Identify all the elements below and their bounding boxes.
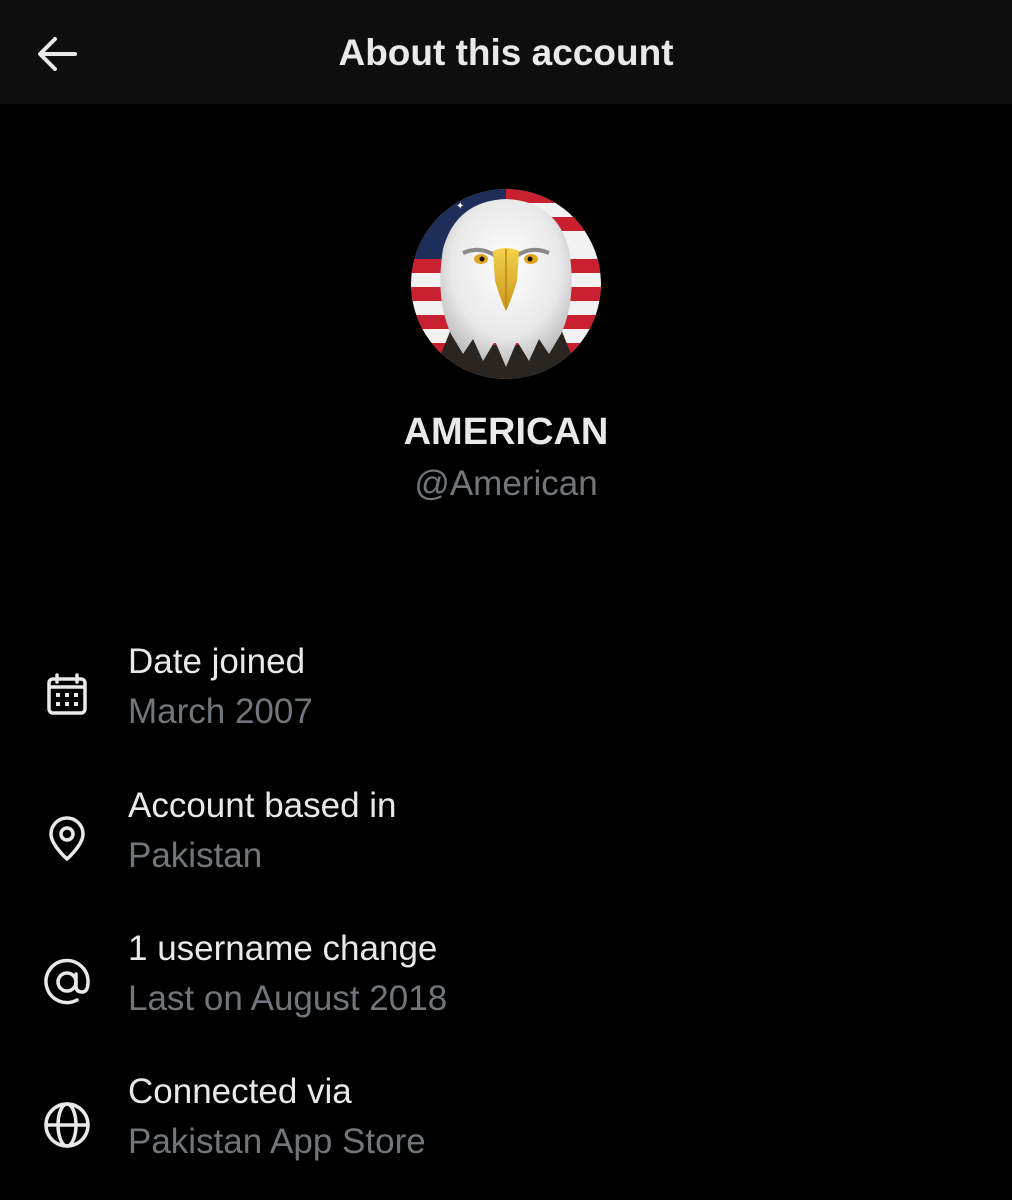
avatar[interactable]: ✦ ✦ <box>411 189 601 379</box>
account-based-in-label: Account based in <box>128 786 397 825</box>
connected-via-value: Pakistan App Store <box>128 1122 426 1161</box>
date-joined-value: March 2007 <box>128 692 313 731</box>
info-row-username-change: 1 username change Last on August 2018 <box>0 927 1012 1037</box>
info-row-account-location: Account based in Pakistan <box>0 784 1012 894</box>
eagle-avatar-image: ✦ ✦ <box>411 189 601 379</box>
connected-via-label: Connected via <box>128 1072 352 1111</box>
globe-icon <box>40 1098 94 1152</box>
page-title: About this account <box>338 32 674 73</box>
display-name: AMERICAN <box>403 411 609 453</box>
location-pin-icon <box>40 812 94 866</box>
at-sign-icon <box>40 955 94 1009</box>
account-based-in-value: Pakistan <box>128 836 263 875</box>
username-change-value: Last on August 2018 <box>128 979 448 1018</box>
info-row-date-joined: Date joined March 2007 <box>0 640 1012 750</box>
date-joined-label: Date joined <box>128 642 306 681</box>
username-change-label: 1 username change <box>128 929 438 968</box>
info-row-connected-via: Connected via Pakistan App Store <box>0 1070 1012 1180</box>
calendar-icon <box>40 668 94 722</box>
svg-text:✦: ✦ <box>431 207 443 223</box>
top-bar: About this account <box>0 0 1012 104</box>
svg-text:✦: ✦ <box>456 201 464 212</box>
username-handle: @American <box>414 464 598 503</box>
